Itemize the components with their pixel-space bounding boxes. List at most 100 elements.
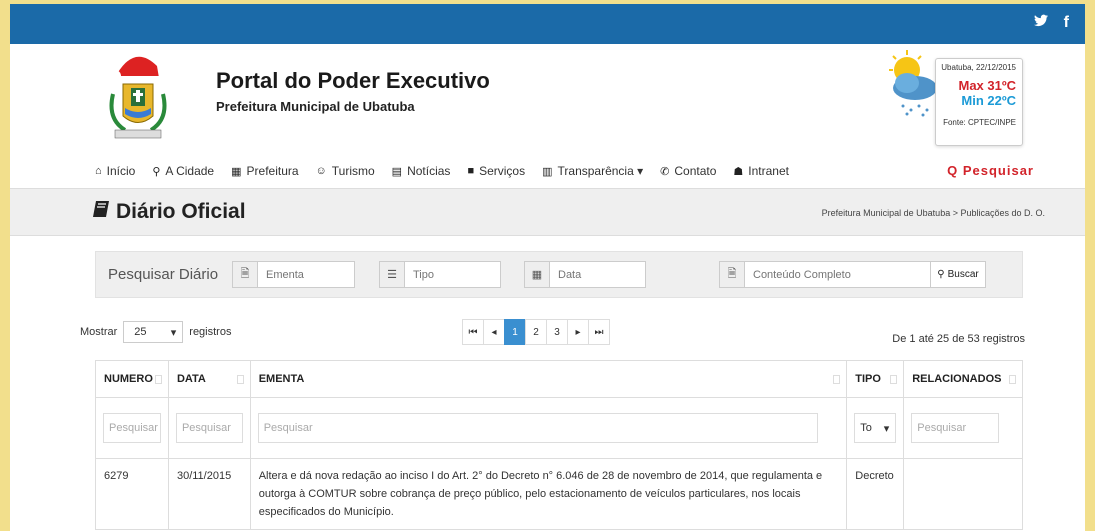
nav-item-servicos[interactable]: ■ Serviços [467, 164, 525, 178]
nav-item-transparencia[interactable]: ▥ Transparência ▾ [542, 164, 643, 178]
nav-item-noticias[interactable]: ▤ Notícias [392, 164, 451, 178]
smiley-icon: ☺ [315, 165, 327, 177]
buscar-label: Buscar [947, 269, 979, 280]
site-title-block: Portal do Poder Executivo Prefeitura Mun… [216, 68, 490, 114]
column-header-data[interactable]: DATA [167, 360, 251, 398]
data-column-filter[interactable]: Pesquisar [175, 413, 243, 443]
sort-icon [890, 375, 898, 384]
nav-item-label: Prefeitura [246, 164, 299, 178]
tipo-input[interactable] [405, 262, 500, 287]
site-title[interactable]: Portal do Poder Executivo [216, 68, 490, 94]
table-filter-row: Pesquisar Pesquisar Pesquisar To ▾ Pesqui… [95, 397, 1023, 459]
nav-item-label: Serviços [479, 164, 526, 178]
weather-widget: Ubatuba, 22/12/2015 Max 31ºC Min 22ºC Fo… [885, 50, 1035, 146]
weather-max-temp: Max 31ºC [958, 78, 1017, 93]
page-size-control: Mostrar 25 ▾ registros [80, 321, 231, 343]
column-header-ementa[interactable]: EMENTA [249, 360, 848, 398]
page-frame: f Portal do Poder Executivo Prefeitura M… [10, 4, 1085, 531]
filters-label: Pesquisar Diário [108, 266, 219, 283]
nav-item-label: A Cidade [165, 164, 215, 178]
page-size-value: 25 [134, 326, 147, 338]
cell-data: 30/11/2015 [167, 458, 251, 530]
weather-min-temp: Min 22ºC [961, 93, 1016, 108]
table-row[interactable]: 6279 30/11/2015 Altera e dá nova redação… [95, 458, 1023, 530]
search-link[interactable]: Q Pesquisar [947, 163, 1034, 178]
diario-table: NUMERO DATA EMENTA TIPO RELACIONADOS Pes… [95, 360, 1023, 530]
ementa-input[interactable] [258, 262, 354, 287]
sun-rain-cloud-icon [889, 50, 937, 117]
records-label: registros [189, 326, 232, 338]
next-page-button[interactable]: ▸ [567, 319, 589, 345]
nav-item-label: Transparência ▾ [557, 164, 644, 178]
nav-item-label: Intranet [748, 164, 789, 178]
column-header-numero[interactable]: NUMERO [95, 360, 169, 398]
building-icon: ▦ [231, 165, 242, 178]
page-button[interactable]: 1 [504, 319, 526, 345]
nav-item-a-cidade[interactable]: ⚲ A Cidade [152, 164, 214, 178]
nav-item-contato[interactable]: ✆ Contato [660, 164, 716, 178]
page-button[interactable]: 2 [525, 319, 547, 345]
nav-item-label: Início [106, 164, 136, 178]
social-links: f [1033, 14, 1069, 32]
weather-source: Fonte: CPTEC/INPE [943, 118, 1016, 127]
data-input[interactable] [550, 262, 645, 287]
city-coat-of-arms-logo[interactable] [95, 44, 175, 144]
sort-icon [236, 375, 244, 384]
numero-column-filter[interactable]: Pesquisar [103, 413, 161, 443]
nav-item-turismo[interactable]: ☺ Turismo [316, 164, 375, 178]
data-filter[interactable]: ▦ [524, 261, 646, 288]
table-header-row: NUMERO DATA EMENTA TIPO RELACIONADOS [95, 360, 1023, 398]
records-info: De 1 até 25 de 53 registros [892, 333, 1025, 345]
column-header-relacionados[interactable]: RELACIONADOS [903, 360, 1023, 398]
search-icon: ⚲ [937, 269, 945, 280]
breadcrumb[interactable]: Prefeitura Municipal de Ubatuba > Public… [822, 208, 1045, 218]
tipo-filter-value: To [860, 422, 872, 434]
bar-chart-icon: ▥ [542, 165, 553, 178]
nav-item-intranet[interactable]: ☗ Intranet [733, 164, 789, 178]
briefcase-icon: ■ [467, 165, 475, 177]
nav-item-prefeitura[interactable]: ▦ Prefeitura [231, 164, 298, 178]
column-header-tipo[interactable]: TIPO [846, 360, 905, 398]
relacionados-column-filter[interactable]: Pesquisar [911, 413, 1000, 443]
page-header: Diário Oficial Prefeitura Municipal de U… [10, 188, 1085, 236]
facebook-icon[interactable]: f [1064, 14, 1069, 32]
ementa-filter[interactable]: 🗎 [232, 261, 355, 288]
tipo-column-filter[interactable]: To ▾ [854, 413, 897, 443]
buscar-button[interactable]: ⚲ Buscar [930, 261, 986, 288]
caret-down-icon: ▾ [170, 326, 177, 339]
weather-info-box: Ubatuba, 22/12/2015 Max 31ºC Min 22ºC Fo… [935, 58, 1023, 146]
list-icon: ☰ [380, 262, 405, 287]
sort-icon [154, 375, 162, 384]
page-title: Diário Oficial [92, 200, 246, 224]
ementa-column-filter[interactable]: Pesquisar [257, 413, 818, 443]
site-header: Portal do Poder Executivo Prefeitura Mun… [10, 44, 1085, 154]
page-button[interactable]: 3 [546, 319, 568, 345]
pagination: ⏮ ◂ 1 2 3 ▸ ⏭ [462, 319, 610, 345]
conteudo-filter[interactable]: 🗎 [719, 261, 931, 288]
page-size-select[interactable]: 25 ▾ [123, 321, 184, 343]
cell-relacionados [903, 458, 1023, 530]
cell-numero: 6279 [95, 458, 169, 530]
page-title-text: Diário Oficial [116, 200, 246, 223]
newspaper-icon: ▤ [391, 165, 403, 178]
prev-page-button[interactable]: ◂ [483, 319, 505, 345]
group-icon: ☗ [733, 165, 744, 178]
tipo-filter[interactable]: ☰ [379, 261, 501, 288]
conteudo-input[interactable] [745, 262, 930, 287]
book-icon [92, 200, 110, 224]
site-subtitle: Prefeitura Municipal de Ubatuba [216, 99, 415, 114]
top-bar: f [10, 4, 1085, 44]
map-marker-icon: ⚲ [152, 165, 161, 178]
first-page-button[interactable]: ⏮ [462, 319, 484, 345]
last-page-button[interactable]: ⏭ [588, 319, 610, 345]
cell-ementa[interactable]: Altera e dá nova redação ao inciso I do … [249, 458, 848, 530]
table-controls: Mostrar 25 ▾ registros ⏮ ◂ 1 2 3 ▸ ⏭ De … [80, 317, 1025, 347]
caret-down-icon: ▾ [883, 422, 890, 435]
phone-icon: ✆ [660, 165, 670, 178]
nav-item-inicio[interactable]: ⌂ Início [95, 164, 135, 178]
calendar-icon: ▦ [525, 262, 550, 287]
show-label: Mostrar [80, 326, 118, 338]
home-icon: ⌂ [95, 165, 102, 177]
twitter-icon[interactable] [1033, 14, 1048, 32]
main-nav: ⌂ Início ⚲ A Cidade ▦ Prefeitura ☺ Turismo ▤… [10, 154, 1085, 188]
